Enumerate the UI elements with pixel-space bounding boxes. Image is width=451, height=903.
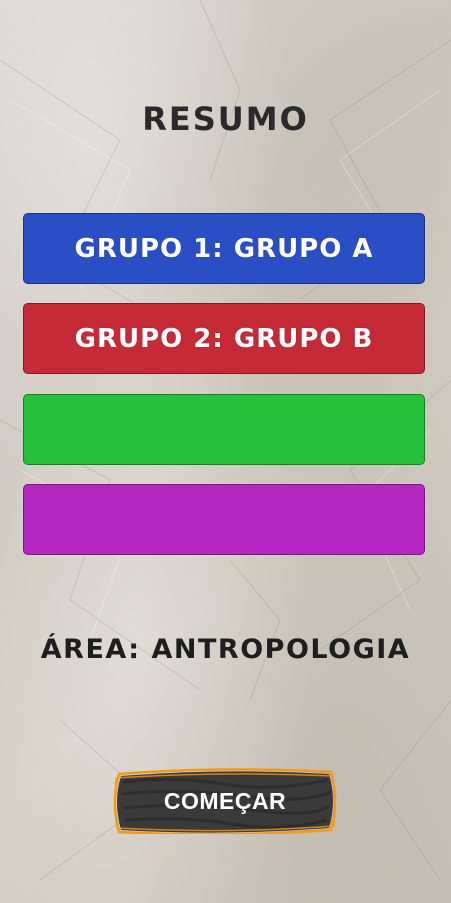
group-2-label: GRUPO 2: GRUPO B — [74, 323, 374, 354]
group-1-label: GRUPO 1: GRUPO A — [74, 233, 374, 264]
group-3-button[interactable] — [23, 394, 425, 465]
page-title: RESUMO — [142, 100, 309, 138]
group-1-button[interactable]: GRUPO 1: GRUPO A — [23, 213, 425, 284]
start-button-label: COMEÇAR — [163, 787, 287, 814]
group-4-button[interactable] — [23, 484, 425, 555]
area-label: ÁREA: ANTROPOLOGIA — [40, 634, 411, 665]
start-button[interactable]: COMEÇAR — [113, 768, 337, 834]
group-2-button[interactable]: GRUPO 2: GRUPO B — [23, 303, 425, 374]
